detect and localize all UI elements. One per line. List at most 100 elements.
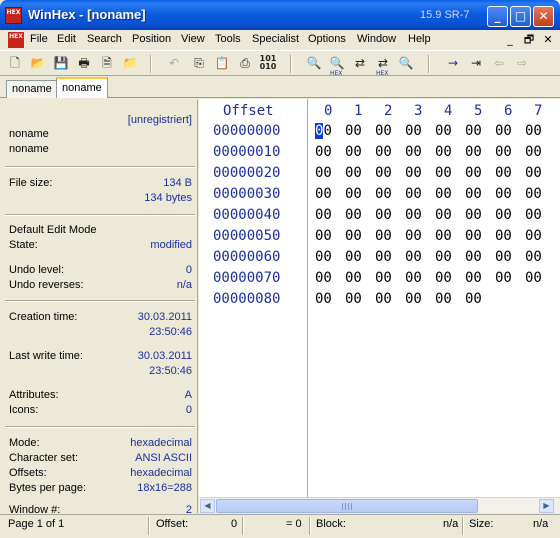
hex-byte[interactable]: 00 xyxy=(315,123,332,139)
maximize-button[interactable]: □ xyxy=(510,6,531,27)
doc-restore-button[interactable]: 🗗 xyxy=(521,33,537,47)
hex-byte[interactable]: 00 xyxy=(525,207,542,223)
hex-byte[interactable]: 00 xyxy=(345,228,362,244)
hex-byte[interactable]: 00 xyxy=(495,249,512,265)
horizontal-scrollbar[interactable]: ◀ ▶ xyxy=(199,497,560,513)
menu-edit[interactable]: Edit xyxy=(57,33,76,45)
hex-byte[interactable]: 00 xyxy=(525,228,542,244)
hex-byte[interactable]: 00 xyxy=(435,165,452,181)
menu-file[interactable]: File xyxy=(30,33,48,45)
hex-byte[interactable]: 00 xyxy=(435,123,452,139)
binary-icon[interactable]: 101 010 xyxy=(259,55,277,72)
hex-byte[interactable]: 00 xyxy=(345,270,362,286)
hex-byte[interactable]: 00 xyxy=(495,123,512,139)
hex-byte[interactable]: 00 xyxy=(405,207,422,223)
hex-byte[interactable]: 00 xyxy=(525,186,542,202)
forward-icon[interactable]: ⇨ xyxy=(513,55,531,72)
goto-icon[interactable]: → xyxy=(444,55,462,72)
scroll-left-icon[interactable]: ◀ xyxy=(200,499,215,513)
menu-position[interactable]: Position xyxy=(132,33,171,45)
hex-byte[interactable]: 00 xyxy=(345,249,362,265)
back-icon[interactable]: ⇦ xyxy=(490,55,508,72)
hex-byte[interactable]: 00 xyxy=(495,165,512,181)
replace-hex-icon[interactable]: ⇄ HEX xyxy=(374,55,392,77)
hex-byte[interactable]: 00 xyxy=(345,123,362,139)
hex-byte[interactable]: 00 xyxy=(315,249,332,265)
hex-editor-view[interactable]: Offset 01234567 00000000 00 00 00 00 00 00 00 00… xyxy=(199,99,560,497)
hex-byte[interactable]: 00 xyxy=(315,270,332,286)
menu-window[interactable]: Window xyxy=(357,33,396,45)
hex-byte[interactable]: 00 xyxy=(345,165,362,181)
scroll-right-icon[interactable]: ▶ xyxy=(539,499,554,513)
hex-byte[interactable]: 00 xyxy=(465,144,482,160)
hex-byte[interactable]: 00 xyxy=(495,228,512,244)
hex-byte[interactable]: 00 xyxy=(435,186,452,202)
menu-help[interactable]: Help xyxy=(408,33,431,45)
scrollbar-thumb[interactable] xyxy=(216,499,478,513)
hex-byte[interactable]: 00 xyxy=(465,291,482,307)
find-icon[interactable]: 🔍 xyxy=(305,55,323,72)
hex-byte[interactable]: 00 xyxy=(315,186,332,202)
undo-icon[interactable]: ↶ xyxy=(165,55,183,72)
menu-specialist[interactable]: Specialist xyxy=(252,33,299,45)
menu-options[interactable]: Options xyxy=(308,33,346,45)
doc-minimize-button[interactable]: _ xyxy=(502,33,518,47)
hex-byte[interactable]: 00 xyxy=(375,207,392,223)
hex-byte[interactable]: 00 xyxy=(375,123,392,139)
save-icon[interactable]: 💾 xyxy=(52,55,70,72)
properties-icon[interactable]: 🗎 xyxy=(98,55,116,72)
doc-close-button[interactable]: ✕ xyxy=(540,33,556,47)
hex-byte[interactable]: 00 xyxy=(375,186,392,202)
menu-view[interactable]: View xyxy=(181,33,205,45)
hex-byte[interactable]: 00 xyxy=(435,144,452,160)
menu-search[interactable]: Search xyxy=(87,33,122,45)
hex-byte[interactable]: 00 xyxy=(465,270,482,286)
hex-byte[interactable]: 00 xyxy=(465,165,482,181)
tab-noname-1[interactable]: noname xyxy=(6,80,58,98)
minimize-button[interactable]: _ xyxy=(487,6,508,27)
hex-byte[interactable]: 00 xyxy=(375,249,392,265)
winhex-app-icon[interactable]: HEX xyxy=(5,7,22,24)
hex-byte[interactable]: 00 xyxy=(375,144,392,160)
hex-byte[interactable]: 00 xyxy=(465,123,482,139)
hex-byte[interactable]: 00 xyxy=(405,165,422,181)
hex-byte[interactable]: 00 xyxy=(405,249,422,265)
hex-byte[interactable]: 00 xyxy=(435,228,452,244)
hex-byte[interactable]: 00 xyxy=(375,270,392,286)
hex-byte[interactable]: 00 xyxy=(345,207,362,223)
hex-byte[interactable]: 00 xyxy=(345,186,362,202)
hex-byte[interactable]: 00 xyxy=(315,165,332,181)
print-icon[interactable]: 🖶 xyxy=(75,55,93,72)
hex-byte[interactable]: 00 xyxy=(495,144,512,160)
hex-byte[interactable]: 00 xyxy=(525,144,542,160)
copy-icon[interactable]: ⎘ xyxy=(190,55,208,72)
hex-byte[interactable]: 00 xyxy=(375,228,392,244)
hex-byte[interactable]: 00 xyxy=(435,291,452,307)
hex-byte[interactable]: 00 xyxy=(525,249,542,265)
hex-byte[interactable]: 00 xyxy=(465,186,482,202)
hex-byte[interactable]: 00 xyxy=(525,165,542,181)
document-menu-icon[interactable]: HEX xyxy=(8,32,24,48)
find-next-icon[interactable]: 🔍 xyxy=(397,55,415,72)
hex-byte[interactable]: 00 xyxy=(405,144,422,160)
title-bar[interactable]: HEX WinHex - [noname] 15.9 SR-7 _ □ ✕ xyxy=(0,0,560,30)
hex-byte[interactable]: 00 xyxy=(315,228,332,244)
hex-byte[interactable]: 00 xyxy=(525,270,542,286)
hex-byte[interactable]: 00 xyxy=(525,123,542,139)
hex-byte[interactable]: 00 xyxy=(345,144,362,160)
hex-byte[interactable]: 00 xyxy=(345,291,362,307)
hex-byte[interactable]: 00 xyxy=(315,291,332,307)
hex-byte[interactable]: 00 xyxy=(405,291,422,307)
hex-byte[interactable]: 00 xyxy=(435,249,452,265)
hex-byte[interactable]: 00 xyxy=(315,144,332,160)
hex-byte[interactable]: 00 xyxy=(405,186,422,202)
hex-byte[interactable]: 00 xyxy=(465,207,482,223)
hex-byte[interactable]: 00 xyxy=(405,228,422,244)
write-icon[interactable]: ⎙ xyxy=(236,55,254,72)
hex-byte[interactable]: 00 xyxy=(375,291,392,307)
hex-byte[interactable]: 00 xyxy=(405,123,422,139)
goto-offset-icon[interactable]: ⇥ xyxy=(467,55,485,72)
new-file-icon[interactable]: 🗋 xyxy=(6,55,24,72)
hex-byte[interactable]: 00 xyxy=(495,186,512,202)
hex-byte[interactable]: 00 xyxy=(495,270,512,286)
